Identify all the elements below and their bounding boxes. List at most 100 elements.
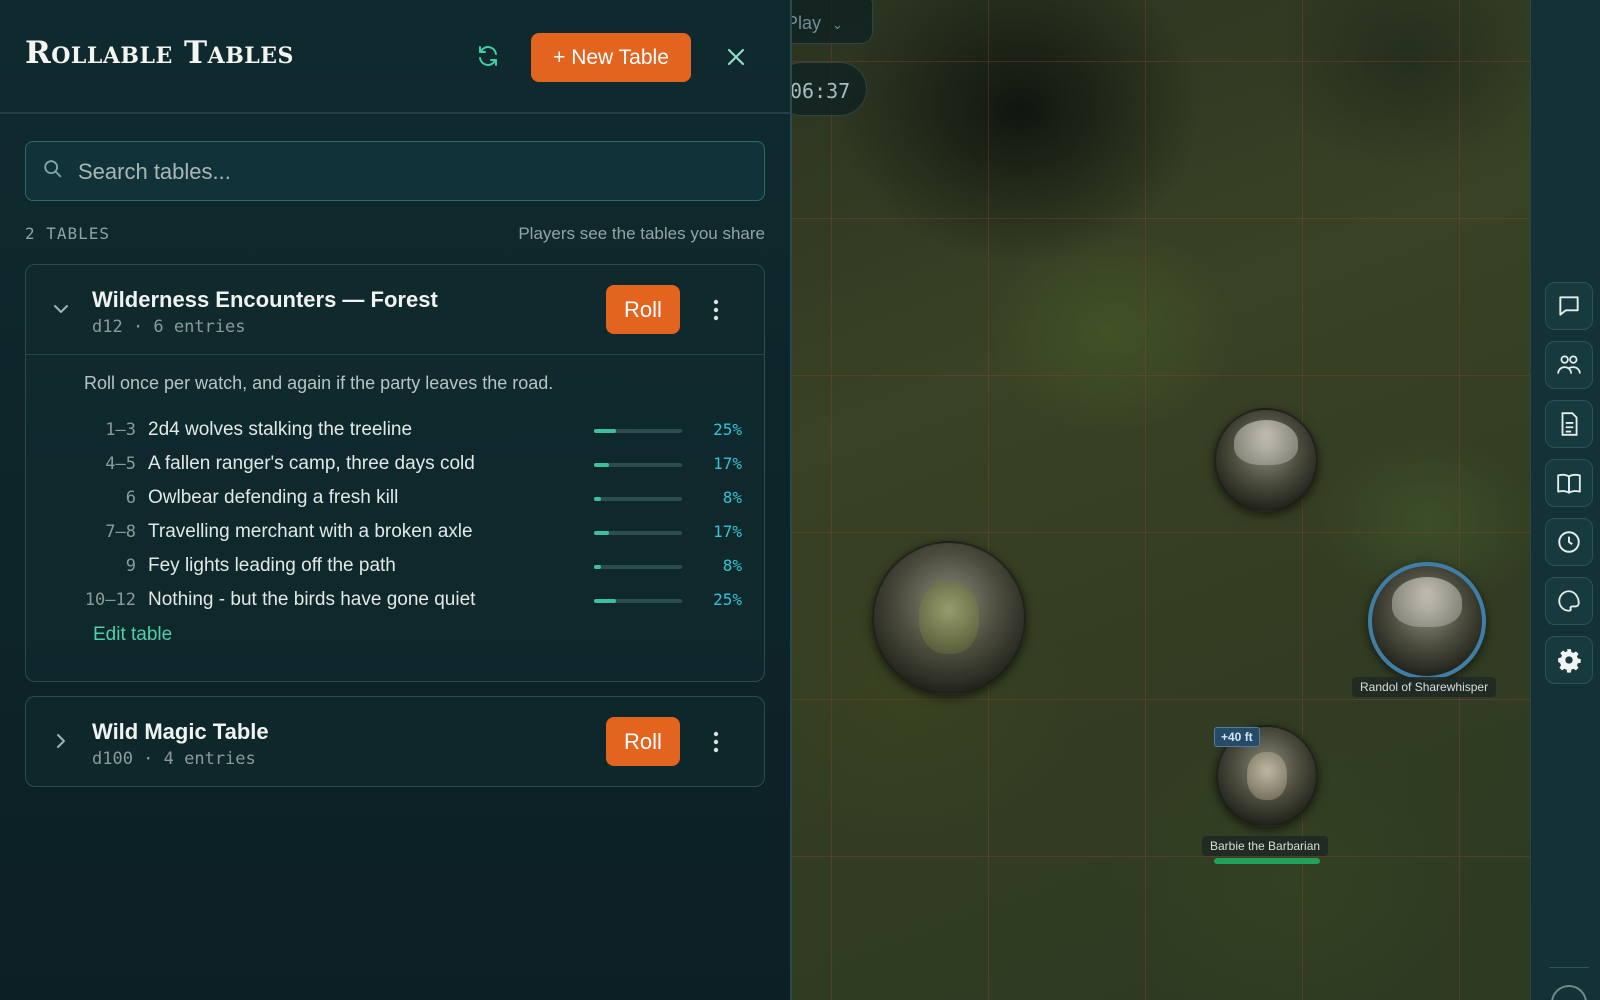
entry-text: Owlbear defending a fresh kill: [148, 487, 399, 508]
table-menu-button[interactable]: [705, 727, 727, 757]
share-hint: Players see the tables you share: [518, 224, 765, 243]
search-field[interactable]: [25, 141, 765, 201]
settings-button[interactable]: [1545, 636, 1593, 684]
entry-probability-fill: [594, 565, 602, 569]
palette-icon: [1558, 590, 1580, 612]
clock-icon: [1558, 531, 1580, 553]
timeline-button[interactable]: [1545, 518, 1593, 566]
grid-line: [790, 856, 1530, 857]
entry-range: 10–12: [84, 590, 136, 610]
chevron-down-icon[interactable]: [50, 298, 72, 320]
grid-line: [1459, 0, 1460, 1000]
table-description: Roll once per watch, and again if the pa…: [84, 373, 554, 393]
entry-probability-fill: [594, 599, 616, 603]
grid-line: [988, 0, 989, 1000]
entry-text: Fey lights leading off the path: [148, 555, 396, 576]
table-entry: 4–5 A fallen ranger's camp, three days co…: [26, 451, 766, 479]
map-canvas[interactable]: [790, 0, 1530, 1000]
table-card: Wild Magic Table d100 · 4 entries Roll: [25, 696, 765, 787]
new-table-button[interactable]: + New Table: [531, 33, 691, 82]
timer-text: 06:37: [790, 79, 851, 103]
rollable-tables-panel: Rollable Tables + New Table 2 TABLES Pla…: [0, 0, 792, 1000]
table-entry: 9 Fey lights leading off the path 8%: [26, 553, 766, 581]
panel-title: Rollable Tables: [25, 35, 294, 71]
entry-percent: 8%: [722, 488, 742, 507]
entry-probability-fill: [594, 497, 602, 501]
table-menu-button[interactable]: [705, 295, 727, 325]
grid-line: [790, 61, 1530, 62]
table-meta-row: 2 TABLES Players see the tables you shar…: [25, 222, 765, 246]
token-label: Barbie the Barbarian: [1202, 836, 1329, 856]
more-vertical-icon: [713, 731, 719, 753]
map-token-goblin[interactable]: [872, 541, 1026, 695]
theme-button[interactable]: [1545, 577, 1593, 625]
entry-range: 6: [125, 488, 136, 508]
map-token-elf[interactable]: [1214, 408, 1318, 512]
entry-probability-bar: [594, 565, 682, 569]
notes-button[interactable]: [1545, 400, 1593, 448]
chat-icon: [1559, 296, 1579, 316]
chat-button[interactable]: [1545, 282, 1593, 330]
right-toolbar: [1530, 0, 1600, 1000]
refresh-button[interactable]: [474, 42, 502, 70]
grid-line: [1145, 0, 1146, 1000]
table-count: 2 TABLES: [25, 224, 111, 243]
entry-text: Travelling merchant with a broken axle: [148, 521, 473, 542]
chevron-right-icon[interactable]: [50, 730, 72, 752]
close-button[interactable]: [722, 43, 750, 71]
entry-probability-bar: [594, 599, 682, 603]
grid-line: [831, 0, 832, 1000]
entry-range: 9: [125, 556, 136, 576]
token-label: Randol of Sharewhisper: [1352, 677, 1497, 697]
entry-percent: 25%: [713, 590, 742, 609]
token-portrait: [1391, 577, 1463, 627]
entry-text: 2d4 wolves stalking the treeline: [148, 419, 413, 440]
entry-range: 1–3: [105, 420, 136, 440]
token-portrait: [1234, 420, 1298, 465]
entry-percent: 25%: [713, 420, 742, 439]
entry-probability-bar: [594, 463, 682, 467]
entry-probability-fill: [594, 531, 609, 535]
panel-header: Rollable Tables + New Table: [0, 0, 790, 114]
movement-badge: +40 ft: [1214, 727, 1260, 747]
table-card: Wilderness Encounters — Forest d12 · 6 e…: [25, 264, 765, 682]
table-card-body: Roll once per watch, and again if the pa…: [26, 355, 764, 681]
table-entry: 10–12 Nothing - but the birds have gone q…: [26, 587, 766, 615]
token-portrait: [1247, 752, 1287, 800]
table-card-header[interactable]: Wild Magic Table d100 · 4 entries Roll: [26, 697, 764, 787]
compendium-button[interactable]: [1545, 459, 1593, 507]
entry-probability-bar: [594, 497, 682, 501]
table-name: Wilderness Encounters — Forest: [92, 287, 438, 312]
entry-percent: 17%: [713, 522, 742, 541]
grid-line: [790, 218, 1530, 219]
table-card-header[interactable]: Wilderness Encounters — Forest d12 · 6 e…: [26, 265, 764, 355]
chevron-down-icon: ⌄: [832, 17, 843, 32]
table-name: Wild Magic Table: [92, 719, 269, 744]
user-icon[interactable]: [1551, 985, 1587, 1000]
hp-bar: [1214, 858, 1320, 864]
refresh-icon: [479, 46, 497, 66]
table-dice-info: d12 · 6 entries: [92, 317, 246, 337]
roll-button[interactable]: Roll: [606, 717, 680, 766]
table-entry: 1–3 2d4 wolves stalking the treeline 25%: [26, 417, 766, 445]
map-token-randol[interactable]: [1368, 562, 1486, 680]
party-button[interactable]: [1545, 341, 1593, 389]
entry-percent: 17%: [713, 454, 742, 473]
entry-probability-fill: [594, 429, 616, 433]
entry-probability-fill: [594, 463, 609, 467]
roll-button[interactable]: Roll: [606, 285, 680, 334]
entry-range: 4–5: [105, 454, 136, 474]
document-icon: [1561, 412, 1578, 436]
search-icon: [44, 160, 62, 178]
search-input[interactable]: [78, 152, 738, 192]
entry-range: 7–8: [105, 522, 136, 542]
more-vertical-icon: [713, 299, 719, 321]
entry-percent: 8%: [722, 556, 742, 575]
edit-table-link[interactable]: Edit table: [93, 624, 172, 646]
entry-probability-bar: [594, 429, 682, 433]
table-dice-info: d100 · 4 entries: [92, 749, 256, 769]
table-entry: 6 Owlbear defending a fresh kill 8%: [26, 485, 766, 513]
grid-line: [790, 532, 1530, 533]
book-icon: [1557, 473, 1581, 494]
rail-divider: [1549, 967, 1589, 968]
